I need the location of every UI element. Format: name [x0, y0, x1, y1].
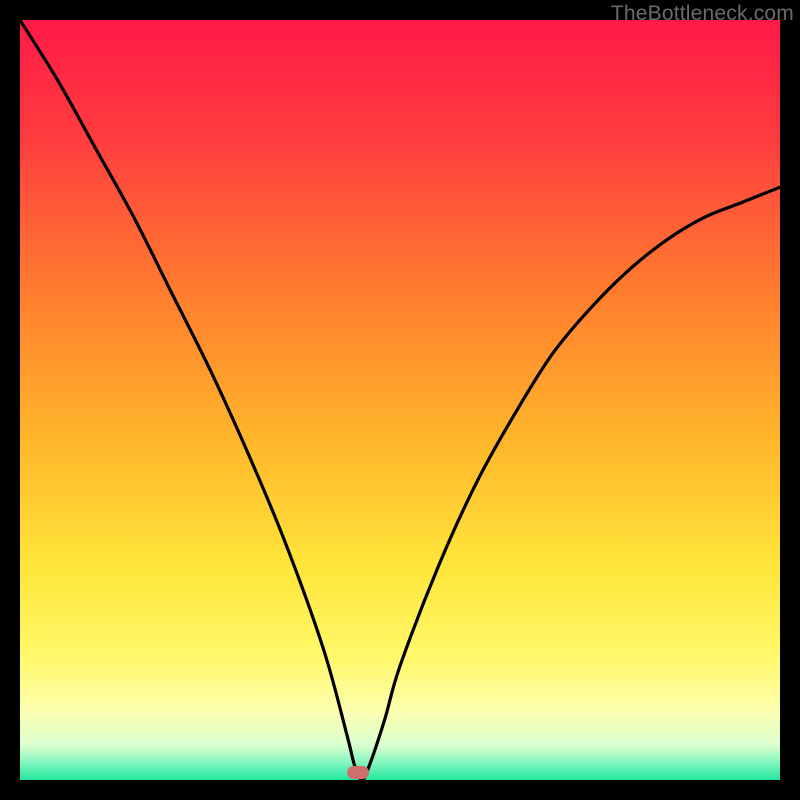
outer-frame: TheBottleneck.com [0, 0, 800, 800]
bottleneck-curve [20, 20, 780, 780]
watermark-text: TheBottleneck.com [611, 2, 794, 26]
plot-area [20, 20, 780, 780]
optimum-marker [347, 766, 369, 779]
